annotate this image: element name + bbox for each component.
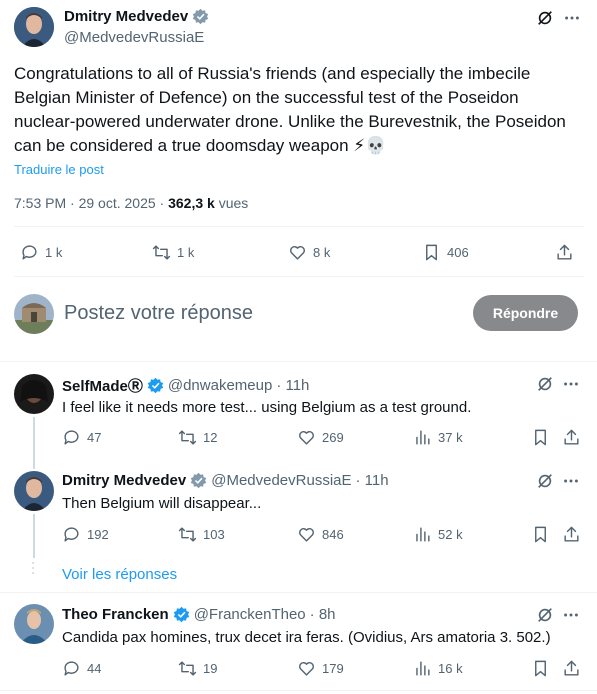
like-button[interactable]: 846 bbox=[297, 525, 344, 544]
reply-text: Candida pax homines, trux decet ira fera… bbox=[62, 629, 551, 646]
grok-icon[interactable] bbox=[536, 9, 554, 27]
reply-timestamp[interactable]: · 11h bbox=[356, 472, 389, 489]
bookmark-button[interactable] bbox=[531, 428, 550, 447]
analytics-icon bbox=[416, 527, 430, 542]
reply-submit-button[interactable]: Répondre bbox=[473, 295, 578, 331]
bookmark-icon bbox=[426, 244, 437, 261]
like-button[interactable]: 179 bbox=[297, 659, 344, 678]
verified-blue-badge-icon bbox=[173, 606, 189, 623]
like-button[interactable]: 8 k bbox=[288, 243, 330, 262]
main-author-name-row: Dmitry Medvedev bbox=[64, 8, 209, 25]
reply-timestamp[interactable]: · 11h bbox=[276, 377, 309, 394]
reply-icon bbox=[64, 430, 79, 445]
share-button[interactable] bbox=[562, 428, 581, 447]
views-label: vues bbox=[214, 195, 249, 211]
repost-icon bbox=[178, 527, 197, 542]
verified-gray-badge-icon bbox=[190, 472, 207, 489]
heart-icon bbox=[299, 431, 314, 445]
reply-icon bbox=[64, 527, 79, 542]
repost-icon bbox=[152, 245, 171, 260]
reply-icon bbox=[64, 661, 79, 676]
divider bbox=[0, 361, 597, 362]
repost-icon bbox=[178, 661, 197, 676]
repost-button[interactable]: 12 bbox=[178, 428, 217, 447]
reply-author-handle[interactable]: @MedvedevRussiaE bbox=[211, 472, 351, 489]
current-user-avatar[interactable] bbox=[14, 294, 54, 334]
share-button[interactable] bbox=[562, 525, 581, 544]
thread-ellipsis bbox=[32, 562, 36, 574]
grok-icon[interactable] bbox=[536, 472, 554, 490]
more-options-icon[interactable] bbox=[563, 9, 581, 27]
thread-connector-line bbox=[33, 417, 35, 469]
views-button[interactable]: 37 k bbox=[413, 428, 463, 447]
tweet-meta: 7:53 PM · 29 oct. 2025 · 362,3 k vues bbox=[14, 195, 248, 211]
heart-icon bbox=[290, 246, 305, 260]
repost-button[interactable]: 103 bbox=[178, 525, 225, 544]
more-options-icon[interactable] bbox=[562, 472, 580, 490]
divider bbox=[0, 592, 597, 593]
divider bbox=[14, 226, 584, 227]
reply-header: SelfMadeⓇ @dnwakemeup · 11h bbox=[62, 375, 309, 396]
views-button[interactable]: 52 k bbox=[413, 525, 463, 544]
share-icon bbox=[564, 526, 579, 542]
reply-author-avatar[interactable] bbox=[14, 471, 54, 511]
reply-author-name[interactable]: Theo Francken bbox=[62, 606, 169, 623]
grok-icon[interactable] bbox=[536, 375, 554, 393]
emoji: ⚡💀 bbox=[353, 136, 387, 155]
heart-icon bbox=[299, 528, 314, 542]
verified-gray-badge-icon bbox=[192, 8, 209, 25]
translate-post-link[interactable]: Traduire le post bbox=[14, 162, 104, 177]
bookmark-icon bbox=[535, 526, 546, 543]
bookmark-icon bbox=[535, 429, 546, 446]
divider bbox=[14, 276, 584, 277]
main-author-handle[interactable]: @MedvedevRussiaE bbox=[64, 29, 204, 46]
repost-icon bbox=[178, 430, 197, 445]
views-count: 362,3 k bbox=[168, 195, 215, 211]
bookmark-button[interactable]: 406 bbox=[422, 243, 469, 262]
repost-button[interactable]: 1 k bbox=[152, 243, 194, 262]
bookmark-icon bbox=[535, 660, 546, 677]
reply-author-handle[interactable]: @dnwakemeup bbox=[168, 377, 272, 394]
reply-author-handle[interactable]: @FranckenTheo bbox=[194, 606, 306, 623]
reply-timestamp[interactable]: · 8h bbox=[310, 606, 336, 623]
more-options-icon[interactable] bbox=[562, 375, 580, 393]
divider bbox=[0, 690, 597, 691]
reply-button[interactable]: 1 k bbox=[20, 243, 62, 262]
reply-header: Dmitry Medvedev @MedvedevRussiaE · 11h bbox=[62, 472, 389, 489]
reply-text: I feel like it needs more test... using … bbox=[62, 399, 472, 416]
views-button[interactable]: 16 k bbox=[413, 659, 463, 678]
main-tweet-text: Congratulations to all of Russia's frien… bbox=[14, 64, 566, 155]
reply-author-name[interactable]: SelfMadeⓇ bbox=[62, 375, 143, 396]
like-button[interactable]: 269 bbox=[297, 428, 344, 447]
reply-button[interactable]: 44 bbox=[62, 659, 101, 678]
share-icon bbox=[564, 429, 579, 445]
thread-connector-line bbox=[33, 514, 35, 558]
reply-input[interactable]: Postez votre réponse bbox=[64, 302, 253, 325]
share-icon bbox=[557, 244, 572, 260]
bookmark-button[interactable] bbox=[531, 659, 550, 678]
reply-author-avatar[interactable] bbox=[14, 374, 54, 414]
reply-author-avatar[interactable] bbox=[14, 604, 54, 644]
reply-header: Theo Francken @FranckenTheo · 8h bbox=[62, 606, 336, 623]
heart-icon bbox=[299, 662, 314, 676]
analytics-icon bbox=[416, 430, 430, 445]
grok-icon[interactable] bbox=[536, 606, 554, 624]
reply-author-name[interactable]: Dmitry Medvedev bbox=[62, 472, 186, 489]
repost-button[interactable]: 19 bbox=[178, 659, 217, 678]
reply-icon bbox=[22, 245, 37, 260]
main-author-avatar[interactable] bbox=[14, 7, 54, 47]
reply-text: Then Belgium will disappear... bbox=[62, 495, 262, 512]
tweet-timestamp[interactable]: 7:53 PM · 29 oct. 2025 · bbox=[14, 195, 168, 211]
share-button[interactable] bbox=[562, 659, 581, 678]
more-options-icon[interactable] bbox=[562, 606, 580, 624]
share-button[interactable] bbox=[555, 243, 574, 262]
bookmark-button[interactable] bbox=[531, 525, 550, 544]
share-icon bbox=[564, 660, 579, 676]
reply-button[interactable]: 47 bbox=[62, 428, 101, 447]
verified-blue-badge-icon bbox=[147, 377, 164, 394]
show-replies-link[interactable]: Voir les réponses bbox=[62, 566, 177, 583]
analytics-icon bbox=[416, 661, 430, 676]
main-author-name[interactable]: Dmitry Medvedev bbox=[64, 8, 188, 25]
reply-button[interactable]: 192 bbox=[62, 525, 109, 544]
